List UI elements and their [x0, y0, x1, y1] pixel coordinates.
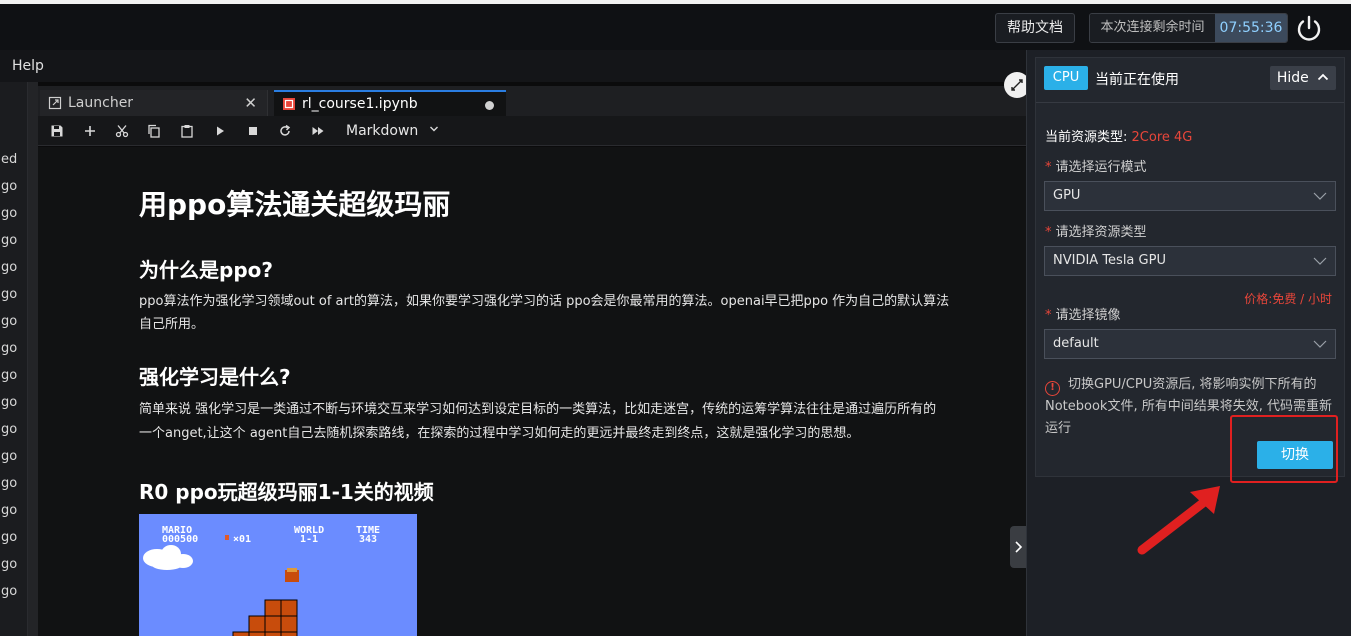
chevron-down-icon: [429, 122, 439, 138]
current-resource-type: 当前资源类型: 2Core 4G: [1045, 126, 1192, 145]
paragraph: 一个anget,让这个 agent自己去随机探索路线，在探索的过程中学习如何走的…: [139, 426, 860, 441]
list-item[interactable]: go: [1, 530, 17, 545]
divider: [1036, 102, 1344, 103]
chevron-down-icon: [1313, 257, 1327, 265]
image-label: * 请选择镜像: [1045, 308, 1121, 323]
list-item[interactable]: go: [1, 287, 17, 302]
list-item[interactable]: go: [1, 233, 17, 248]
heading-why-ppo: 为什么是ppo?: [139, 258, 273, 282]
power-icon[interactable]: [1294, 14, 1324, 44]
paragraph: ppo算法作为强化学习领域out of art的算法，如果你要学习强化学习的话 …: [139, 294, 950, 309]
resource-card: CPU 当前正在使用 Hide 当前资源类型: 2Core 4G * 请选择运行模…: [1035, 57, 1345, 477]
paragraph: 简单来说 强化学习是一类通过不断与环境交互来学习如何达到设定目标的一类算法，比如…: [139, 402, 937, 417]
list-item[interactable]: go: [1, 449, 17, 464]
resource-type-value: 2Core 4G: [1131, 130, 1193, 145]
list-item[interactable]: go: [1, 260, 17, 275]
notebook-toolbar: Markdown: [38, 116, 1026, 146]
resource-value: NVIDIA Tesla GPU: [1053, 253, 1166, 268]
heading-video: R0 ppo玩超级玛丽1-1关的视频: [139, 480, 434, 504]
list-item[interactable]: go: [1, 422, 17, 437]
list-item[interactable]: go: [1, 557, 17, 572]
close-icon[interactable]: ✕: [244, 94, 257, 112]
chevron-up-icon: [1318, 73, 1329, 81]
tab-notebook[interactable]: rl_course1.ipynb: [274, 90, 506, 116]
tab-bar: Launcher ✕ rl_course1.ipynb: [38, 86, 1026, 116]
list-item[interactable]: go: [1, 179, 17, 194]
run-icon[interactable]: [212, 123, 228, 139]
paragraph: 自己所用。: [139, 317, 205, 332]
resource-type-label: 当前资源类型:: [1045, 130, 1128, 145]
resource-label: * 请选择资源类型: [1045, 225, 1147, 240]
required-mark: *: [1045, 160, 1052, 175]
menu-help[interactable]: Help: [12, 58, 44, 74]
chevron-down-icon: [1313, 340, 1327, 348]
in-use-label: 当前正在使用: [1095, 72, 1179, 88]
notebook-icon: [282, 97, 296, 111]
list-item[interactable]: ed: [1, 152, 17, 167]
panel-toggle-button[interactable]: [1010, 526, 1026, 568]
resource-select[interactable]: NVIDIA Tesla GPU: [1044, 246, 1336, 276]
chevron-right-icon: [1015, 541, 1023, 553]
annotation-highlight-box: [1230, 415, 1338, 483]
unsaved-dot-icon[interactable]: [485, 101, 494, 110]
mode-value: GPU: [1053, 188, 1081, 203]
connection-timer: 本次连接剩余时间 07:55:36: [1089, 13, 1288, 43]
image-value: default: [1053, 336, 1099, 351]
top-bar: 帮助文档 本次连接剩余时间 07:55:36: [0, 4, 1351, 50]
mode-label: * 请选择运行模式: [1045, 160, 1147, 175]
list-item[interactable]: go: [1, 476, 17, 491]
save-icon[interactable]: [49, 123, 65, 139]
notebook-content[interactable]: 用ppo算法通关超级玛丽 为什么是ppo? ppo算法作为强化学习领域out o…: [38, 147, 1026, 636]
tab-launcher[interactable]: Launcher ✕: [40, 90, 268, 116]
mario-scene-icon: [143, 535, 299, 636]
required-mark: *: [1045, 225, 1052, 240]
mario-video-frame[interactable]: MARIO 000500 ×01 WORLD 1-1 TIME 343: [139, 514, 417, 636]
timer-label: 本次连接剩余时间: [1090, 14, 1215, 42]
list-item[interactable]: go: [1, 395, 17, 410]
list-item[interactable]: go: [1, 368, 17, 383]
warning-icon: !: [1045, 381, 1060, 396]
annotation-arrow-icon: [1137, 486, 1220, 555]
fast-forward-icon[interactable]: [310, 123, 326, 139]
cut-icon[interactable]: [114, 123, 130, 139]
list-item[interactable]: go: [1, 503, 17, 518]
stop-icon[interactable]: [245, 123, 261, 139]
chevron-down-icon: [1313, 192, 1327, 200]
image-select[interactable]: default: [1044, 329, 1336, 359]
copy-icon[interactable]: [146, 123, 162, 139]
required-mark: *: [1045, 308, 1052, 323]
hide-label: Hide: [1276, 70, 1309, 86]
page-title: 用ppo算法通关超级玛丽: [139, 188, 451, 221]
file-browser-strip: ed go go go go go go go go go go go go g…: [0, 82, 28, 636]
timer-value: 07:55:36: [1215, 14, 1287, 42]
launcher-icon: [48, 96, 62, 110]
add-cell-icon[interactable]: [82, 123, 98, 139]
list-item[interactable]: go: [1, 206, 17, 221]
tab-label: Launcher: [68, 95, 134, 111]
mode-select[interactable]: GPU: [1044, 181, 1336, 211]
cell-type-select[interactable]: Markdown: [346, 122, 439, 139]
cell-type-label: Markdown: [346, 123, 419, 139]
paste-icon[interactable]: [179, 123, 195, 139]
restart-icon[interactable]: [277, 123, 293, 139]
hide-button[interactable]: Hide: [1270, 66, 1336, 90]
heading-what-is-rl: 强化学习是什么?: [139, 365, 291, 389]
tab-label: rl_course1.ipynb: [302, 96, 418, 112]
menu-bar: Help: [0, 50, 1026, 82]
list-item[interactable]: go: [1, 341, 17, 356]
price-label: 价格:免费 / 小时: [1244, 292, 1332, 306]
list-item[interactable]: go: [1, 584, 17, 599]
list-item[interactable]: go: [1, 314, 17, 329]
gutter: [28, 82, 38, 636]
help-docs-button[interactable]: 帮助文档: [995, 13, 1075, 43]
cpu-badge: CPU: [1044, 66, 1088, 90]
